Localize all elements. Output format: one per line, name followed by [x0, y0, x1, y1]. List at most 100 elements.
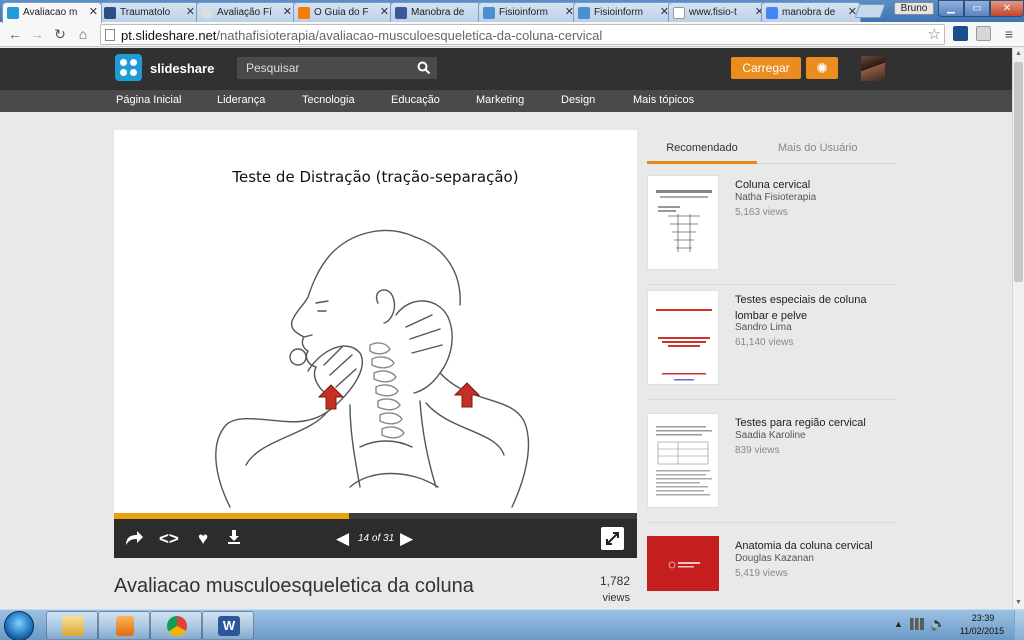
fullscreen-icon[interactable]: [601, 527, 624, 550]
recommended-title[interactable]: Anatomia da coluna cervical: [735, 538, 895, 554]
extension-icon[interactable]: [953, 26, 968, 41]
profile-name[interactable]: Bruno: [894, 2, 934, 15]
clock-time[interactable]: 23:39: [958, 613, 1008, 623]
network-icon[interactable]: [910, 618, 924, 630]
close-icon[interactable]: ✕: [380, 3, 389, 22]
share-icon[interactable]: [124, 529, 144, 552]
maximize-button[interactable]: ▭: [964, 0, 990, 17]
nav-item-more-topics[interactable]: Mais tópicos: [633, 94, 694, 106]
recommended-title[interactable]: Testes para região cervical: [735, 415, 895, 431]
recommended-author[interactable]: Sandro Lima: [735, 322, 792, 333]
show-desktop-button[interactable]: [1014, 610, 1024, 640]
download-icon[interactable]: [227, 529, 241, 550]
close-icon[interactable]: ✕: [283, 3, 292, 22]
recommended-item[interactable]: Coluna cervical Natha Fisioterapia 5,163…: [647, 165, 897, 285]
scroll-up-arrow-icon[interactable]: ▲: [1013, 48, 1024, 60]
browser-tab[interactable]: O Guia do F ✕: [293, 2, 393, 22]
nav-item-marketing[interactable]: Marketing: [476, 94, 524, 106]
tray-expand-icon[interactable]: ▲: [894, 619, 903, 629]
reload-icon[interactable]: ↻: [51, 25, 69, 43]
embed-icon[interactable]: <>: [159, 529, 179, 549]
site-header: slideshare Carregar ✺: [0, 48, 1012, 90]
avatar[interactable]: [861, 56, 885, 81]
document-title: Avaliacao musculoesqueletica da coluna: [114, 575, 474, 597]
browser-tab[interactable]: Traumatolo ✕: [99, 2, 199, 22]
recommended-thumbnail[interactable]: [647, 290, 719, 385]
back-arrow-icon[interactable]: ←: [6, 25, 24, 43]
menu-icon[interactable]: ≡: [1000, 25, 1018, 43]
file-explorer-icon: [62, 616, 84, 636]
recommended-author[interactable]: Douglas Kazanan: [735, 553, 814, 564]
system-tray: ▲ 🔈 23:39 11/02/2015: [894, 610, 1024, 640]
browser-tab[interactable]: Fisioinform ✕: [573, 2, 673, 22]
taskbar-app[interactable]: [150, 611, 202, 640]
clock-date[interactable]: 11/02/2015: [952, 626, 1012, 636]
taskbar-app[interactable]: [98, 611, 150, 640]
recommended-thumbnail[interactable]: [647, 175, 719, 270]
recommended-title[interactable]: Coluna cervical: [735, 177, 895, 193]
browser-tab[interactable]: Avaliação Fí ✕: [196, 2, 296, 22]
browser-tab[interactable]: Fisioinform ✕: [478, 2, 578, 22]
new-tab-button[interactable]: [854, 4, 886, 18]
home-icon[interactable]: ⌂: [74, 25, 92, 43]
nav-item-education[interactable]: Educação: [391, 94, 440, 106]
slide-viewer[interactable]: Teste de Distração (tração-separação): [114, 130, 637, 513]
view-count-label: views: [602, 592, 630, 604]
slideshare-logo[interactable]: [115, 54, 142, 81]
recommended-thumbnail[interactable]: [647, 536, 719, 591]
taskbar-app[interactable]: [46, 611, 98, 640]
search-icon[interactable]: [417, 61, 431, 75]
recommended-thumbnail[interactable]: [647, 413, 719, 508]
page-scrollbar[interactable]: ▲ ▼: [1012, 48, 1024, 609]
upload-button[interactable]: Carregar: [731, 57, 801, 79]
nav-item-leadership[interactable]: Liderança: [217, 94, 265, 106]
scroll-down-arrow-icon[interactable]: ▼: [1013, 597, 1024, 609]
like-heart-icon[interactable]: ♥: [198, 529, 208, 549]
browser-tab-active[interactable]: Avaliacao m ✕: [2, 2, 102, 23]
view-count: 1,782: [599, 574, 630, 588]
browser-tab[interactable]: Manobra de ✕: [390, 2, 490, 22]
url-text[interactable]: pt.slideshare.net/nathafisioterapia/aval…: [121, 28, 602, 43]
page-icon: [578, 7, 590, 19]
recommended-item[interactable]: Testes para região cervical Saadia Karol…: [647, 403, 897, 523]
recommended-title[interactable]: Testes especiais de coluna lombar e pelv…: [735, 292, 895, 324]
slide-counter: 14 of 31: [358, 533, 395, 544]
next-slide-icon[interactable]: ▶: [400, 529, 413, 549]
recommended-author[interactable]: Natha Fisioterapia: [735, 192, 816, 203]
document-icon: [673, 7, 685, 19]
shield-icon[interactable]: [976, 26, 991, 41]
close-icon[interactable]: ✕: [186, 3, 195, 22]
browser-tab[interactable]: www.fisio-t ✕: [668, 2, 768, 22]
clipboard-icon[interactable]: ✺: [806, 57, 838, 79]
taskbar-app[interactable]: W: [202, 611, 254, 640]
slideshare-icon: [7, 7, 19, 19]
nav-item-home[interactable]: Página Inicial: [116, 94, 181, 106]
recommended-author[interactable]: Saadia Karoline: [735, 430, 806, 441]
close-icon[interactable]: ✕: [89, 3, 98, 22]
search-input[interactable]: [237, 57, 437, 79]
previous-slide-icon[interactable]: ◀: [336, 529, 349, 549]
google-icon: [766, 7, 778, 19]
brand-name[interactable]: slideshare: [150, 61, 214, 76]
start-button[interactable]: [4, 611, 34, 640]
nav-item-technology[interactable]: Tecnologia: [302, 94, 355, 106]
scroll-thumb[interactable]: [1014, 62, 1023, 282]
tab-more-from-user[interactable]: Mais do Usuário: [778, 142, 857, 154]
tab-title: manobra de: [782, 7, 836, 18]
bookmark-star-icon[interactable]: ☆: [928, 25, 941, 43]
tab-recommended[interactable]: Recomendado: [647, 142, 757, 164]
forward-arrow-icon[interactable]: →: [28, 25, 46, 43]
recommended-item[interactable]: Anatomia da coluna cervical Douglas Kaza…: [647, 526, 897, 606]
tab-title: Fisioinform: [594, 7, 643, 18]
tab-title: Avaliacao m: [23, 7, 78, 18]
recommended-item[interactable]: Testes especiais de coluna lombar e pelv…: [647, 280, 897, 400]
browser-tab[interactable]: manobra de ✕: [761, 2, 861, 22]
close-window-button[interactable]: ✕: [990, 0, 1024, 17]
lightbulb-icon: [201, 7, 213, 19]
nav-item-design[interactable]: Design: [561, 94, 595, 106]
minimize-button[interactable]: ▁: [938, 0, 964, 17]
volume-icon[interactable]: 🔈: [930, 616, 946, 632]
address-bar[interactable]: pt.slideshare.net/nathafisioterapia/aval…: [100, 24, 945, 45]
tab-title: Fisioinform: [499, 7, 548, 18]
url-path: /nathafisioterapia/avaliacao-musculoesqu…: [216, 28, 603, 43]
